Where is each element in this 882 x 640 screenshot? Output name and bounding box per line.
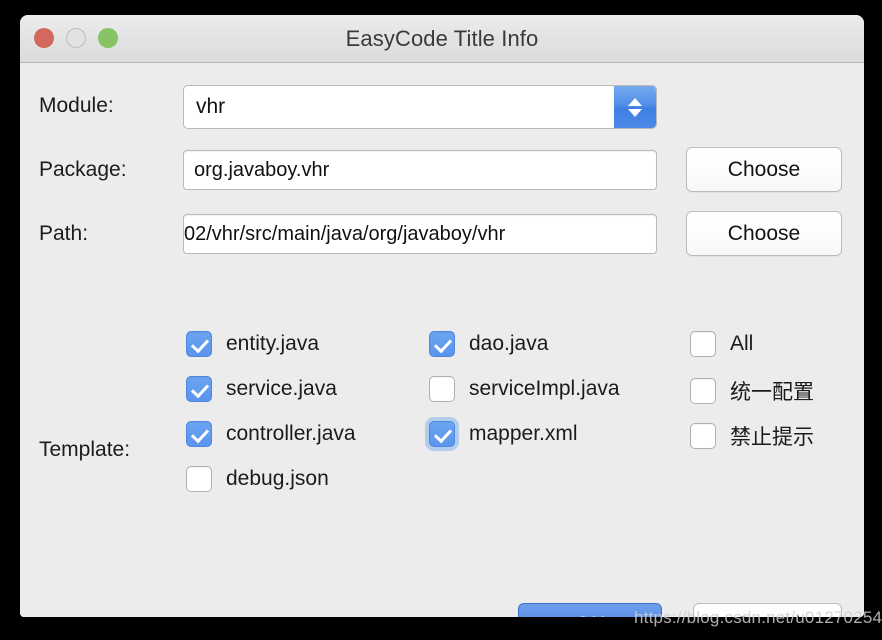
template-checkbox-debug-json[interactable]: debug.json <box>186 466 329 492</box>
template-checkbox-entity-java[interactable]: entity.java <box>186 331 319 357</box>
template-checkbox-disable-hint[interactable]: 禁止提示 <box>690 421 814 451</box>
watermark-text: https://blog.csdn.net/u012702547 <box>634 608 882 628</box>
template-checkbox-unified-config[interactable]: 统一配置 <box>690 376 814 406</box>
checkbox-box[interactable] <box>429 376 455 402</box>
package-input[interactable]: org.javaboy.vhr <box>183 150 657 190</box>
template-checkbox-service-java[interactable]: service.java <box>186 376 337 402</box>
checkbox-box[interactable] <box>429 421 455 447</box>
package-value: org.javaboy.vhr <box>184 159 329 182</box>
window-title: EasyCode Title Info <box>20 15 864 62</box>
module-label: Module: <box>39 94 114 118</box>
path-input[interactable]: 02/vhr/src/main/java/org/javaboy/vhr <box>183 214 657 254</box>
template-checkbox-all[interactable]: All <box>690 331 753 357</box>
template-checkbox-controller-java[interactable]: controller.java <box>186 421 356 447</box>
checkbox-label: All <box>730 332 753 356</box>
path-value: 02/vhr/src/main/java/org/javaboy/vhr <box>184 223 505 245</box>
title-bar: EasyCode Title Info <box>20 15 864 63</box>
checkbox-label: serviceImpl.java <box>469 377 620 401</box>
checkbox-box[interactable] <box>690 423 716 449</box>
checkbox-box[interactable] <box>186 331 212 357</box>
checkbox-label: mapper.xml <box>469 422 578 446</box>
module-stepper[interactable] <box>614 86 656 128</box>
checkbox-box[interactable] <box>186 376 212 402</box>
path-label: Path: <box>39 222 88 246</box>
checkbox-label: 禁止提示 <box>730 421 814 451</box>
dialog-window: EasyCode Title Info Module: vhr Package:… <box>20 15 864 617</box>
dialog-content: Module: vhr Package: org.javaboy.vhr Cho… <box>20 63 864 617</box>
template-checkbox-mapper-xml[interactable]: mapper.xml <box>429 421 578 447</box>
module-combobox[interactable]: vhr <box>183 85 657 129</box>
checkbox-label: dao.java <box>469 332 548 356</box>
checkbox-box[interactable] <box>690 378 716 404</box>
checkbox-box[interactable] <box>186 421 212 447</box>
package-label: Package: <box>39 158 127 182</box>
checkbox-label: entity.java <box>226 332 319 356</box>
template-checkbox-serviceimpl-java[interactable]: serviceImpl.java <box>429 376 620 402</box>
chevron-up-icon <box>628 98 642 106</box>
chevron-down-icon <box>628 109 642 117</box>
checkbox-box[interactable] <box>186 466 212 492</box>
checkbox-label: service.java <box>226 377 337 401</box>
package-choose-button[interactable]: Choose <box>686 147 842 192</box>
checkbox-box[interactable] <box>429 331 455 357</box>
template-checkbox-dao-java[interactable]: dao.java <box>429 331 548 357</box>
module-value: vhr <box>184 95 614 119</box>
checkbox-label: controller.java <box>226 422 356 446</box>
checkbox-label: 统一配置 <box>730 376 814 406</box>
template-label: Template: <box>39 438 130 462</box>
checkbox-label: debug.json <box>226 467 329 491</box>
path-choose-button[interactable]: Choose <box>686 211 842 256</box>
checkbox-box[interactable] <box>690 331 716 357</box>
